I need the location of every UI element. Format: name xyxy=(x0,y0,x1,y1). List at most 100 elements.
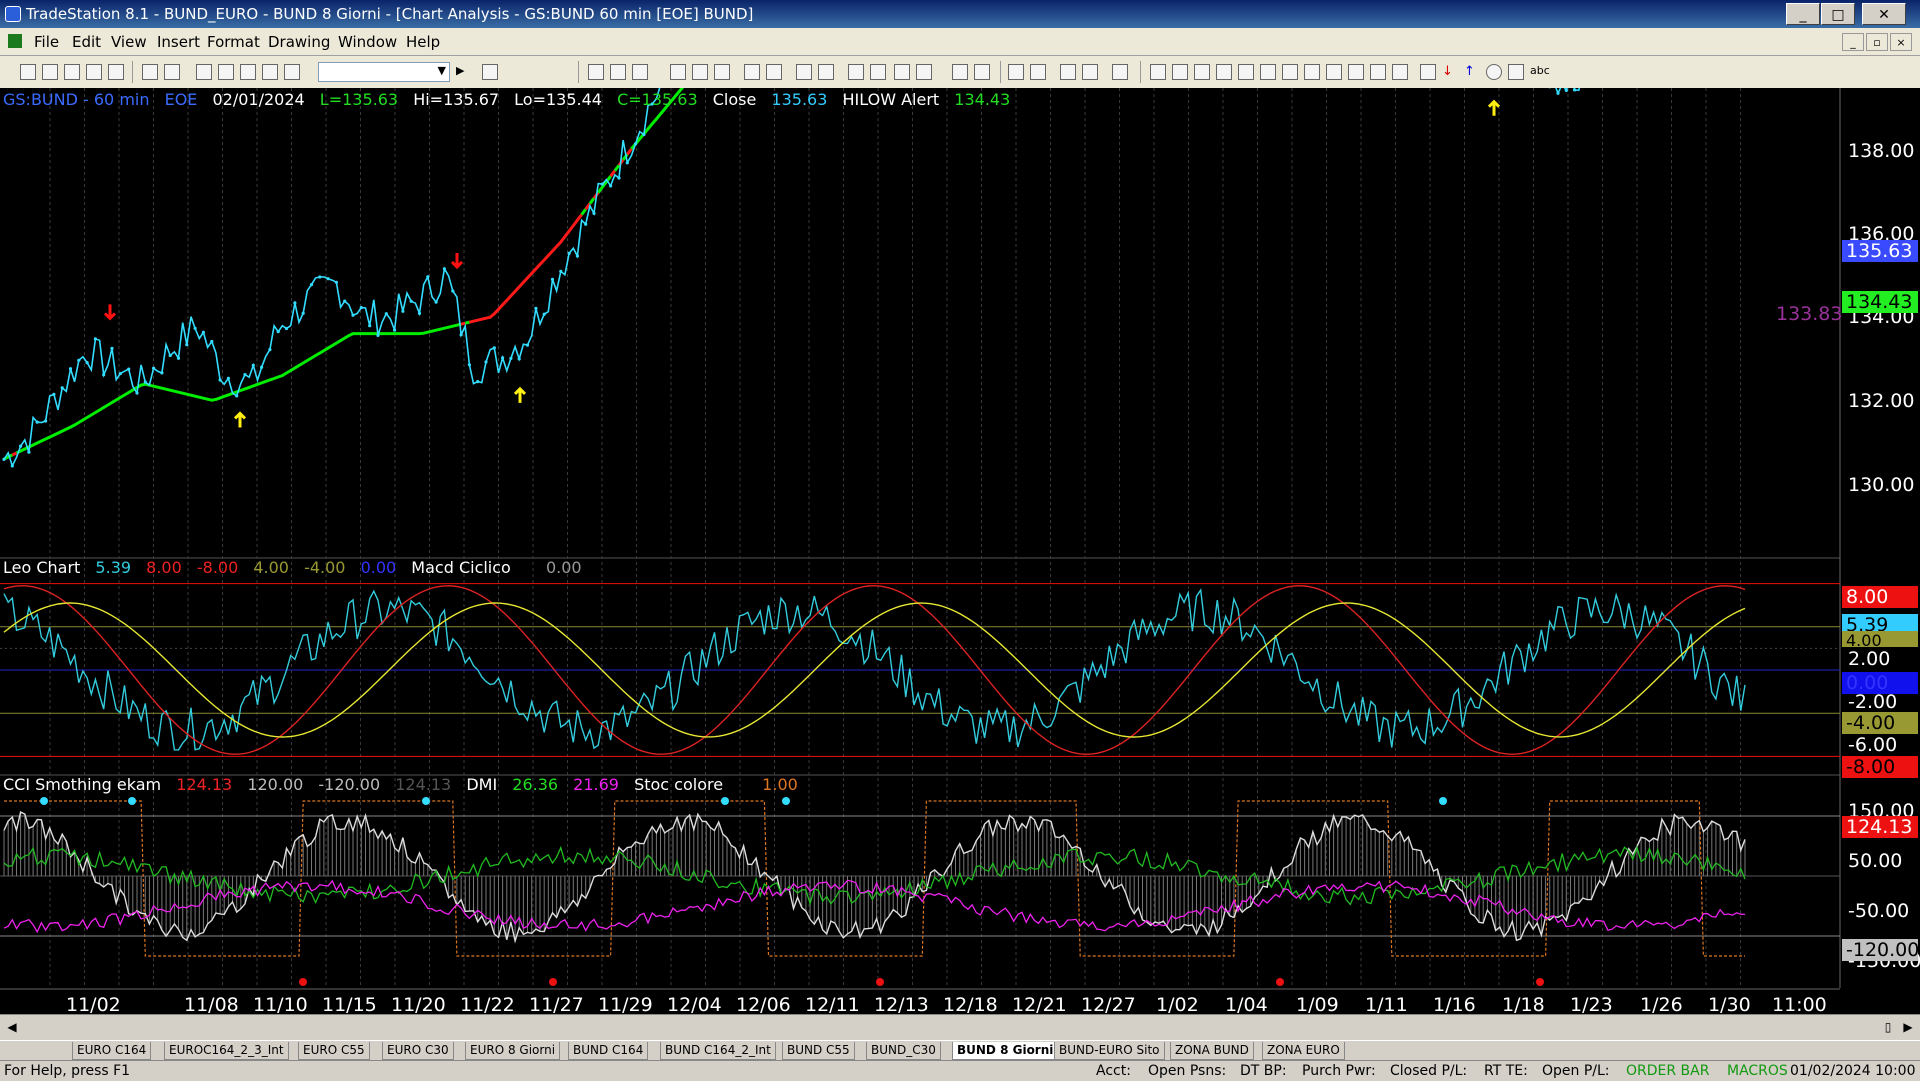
find-symbol-icon[interactable] xyxy=(482,64,498,80)
print-icon[interactable] xyxy=(164,64,180,80)
tools-icon[interactable] xyxy=(1060,64,1076,80)
minimize-button[interactable]: _ xyxy=(1786,3,1820,25)
world-icon[interactable] xyxy=(284,64,300,80)
last-label: L=135.63 xyxy=(320,90,398,109)
cycle-icon[interactable] xyxy=(1370,64,1386,80)
alert-price-tag: 134.43 xyxy=(1842,291,1918,313)
candle-chart-icon[interactable] xyxy=(632,64,648,80)
menu-help[interactable]: Help xyxy=(406,33,440,51)
arrows-horizontal-icon[interactable] xyxy=(1326,64,1342,80)
open-workspace-icon[interactable] xyxy=(86,64,102,80)
chart-area[interactable]: GS:BUND - 60 min EOE 02/01/2024 L=135.63… xyxy=(0,88,1920,1014)
rectangle-icon[interactable] xyxy=(1508,64,1524,80)
open-icon[interactable] xyxy=(42,64,58,80)
chart-style-icon[interactable] xyxy=(588,64,604,80)
speedline-icon[interactable] xyxy=(1238,64,1254,80)
channel-icon[interactable] xyxy=(1348,64,1364,80)
mdi-close-button[interactable]: × xyxy=(1890,33,1912,51)
scroll-left-icon[interactable]: ◀ xyxy=(4,1019,20,1035)
retracement-icon[interactable] xyxy=(1216,64,1232,80)
chevron-right-icon[interactable]: ▶ xyxy=(456,64,472,80)
tab-bund-c30[interactable]: BUND_C30 xyxy=(866,1042,941,1060)
horizontal-scrollbar[interactable]: ◀ ▯ ▶ xyxy=(0,1014,1920,1041)
new-icon[interactable] xyxy=(20,64,36,80)
cci-value-1: 124.13 xyxy=(176,775,232,794)
price-point xyxy=(293,301,296,304)
gann-fan-icon[interactable] xyxy=(1260,64,1276,80)
refresh-icon[interactable] xyxy=(196,64,212,80)
clipboard-icon[interactable] xyxy=(262,64,278,80)
save-icon[interactable] xyxy=(142,64,158,80)
data-window-icon[interactable] xyxy=(796,64,812,80)
expand-icon[interactable] xyxy=(870,64,886,80)
hide-icon[interactable] xyxy=(1112,64,1128,80)
scroll-right-icon[interactable] xyxy=(916,64,932,80)
chart-window-icon[interactable] xyxy=(8,34,22,48)
tab-euro-c164[interactable]: EURO C164 xyxy=(72,1042,151,1060)
tab-zona-bund[interactable]: ZONA BUND xyxy=(1170,1042,1254,1060)
arrow-down-icon[interactable]: ↓ xyxy=(1442,64,1458,80)
close-button[interactable]: ✕ xyxy=(1862,3,1906,25)
strategy-icon[interactable] xyxy=(818,64,834,80)
indicator-icon[interactable] xyxy=(766,64,782,80)
scroll-thumb[interactable]: ▯ xyxy=(1880,1019,1896,1035)
new-workspace-icon[interactable] xyxy=(64,64,80,80)
chart-canvas[interactable] xyxy=(0,88,1920,1014)
menu-view[interactable]: View xyxy=(111,33,147,51)
tab-euro-c55[interactable]: EURO C55 xyxy=(298,1042,370,1060)
tab-zona-euro[interactable]: ZONA EURO xyxy=(1262,1042,1345,1060)
symbol-combo[interactable]: ▼ xyxy=(318,62,450,82)
tab-bund-c164[interactable]: BUND C164 xyxy=(568,1042,648,1060)
pointer-icon[interactable] xyxy=(1008,64,1024,80)
price-point xyxy=(1565,89,1568,92)
menu-insert[interactable]: Insert xyxy=(157,33,200,51)
menu-edit[interactable]: Edit xyxy=(72,33,101,51)
price-point xyxy=(484,360,487,363)
arc-icon[interactable] xyxy=(1420,64,1436,80)
lock-icon[interactable] xyxy=(240,64,256,80)
trendline-icon[interactable] xyxy=(1150,64,1166,80)
tab-bund-c164-2-int[interactable]: BUND C164_2_Int xyxy=(660,1042,776,1060)
tab-bund-euro-sito[interactable]: BUND-EURO Sito xyxy=(1054,1042,1165,1060)
line-chart-icon[interactable] xyxy=(670,64,686,80)
tab-bund-c55[interactable]: BUND C55 xyxy=(782,1042,855,1060)
mdi-minimize-button[interactable]: _ xyxy=(1842,33,1864,51)
compress-icon[interactable] xyxy=(848,64,864,80)
menu-drawing[interactable]: Drawing xyxy=(268,33,330,51)
scroll-right-icon[interactable]: ▶ xyxy=(1900,1019,1916,1035)
stoc-colore-line xyxy=(4,801,1745,956)
maximize-button[interactable]: □ xyxy=(1821,3,1855,25)
order-icon[interactable] xyxy=(1030,64,1046,80)
vertical-lines-icon[interactable] xyxy=(1172,64,1188,80)
tab-euroc164-2-3-int[interactable]: EUROC164_2_3_Int xyxy=(164,1042,289,1060)
zoom-out-icon[interactable] xyxy=(974,64,990,80)
fib-extension-icon[interactable] xyxy=(1282,64,1298,80)
tab-euro-c30[interactable]: EURO C30 xyxy=(382,1042,454,1060)
bar-chart-icon[interactable] xyxy=(610,64,626,80)
price-point xyxy=(584,223,587,226)
status-macros[interactable]: MACROS xyxy=(1727,1063,1788,1079)
andrews-pitchfork-icon[interactable] xyxy=(1304,64,1320,80)
cci-tag-m120: -120.00 xyxy=(1842,939,1918,961)
point-figure-icon[interactable] xyxy=(692,64,708,80)
pen-icon[interactable] xyxy=(1392,64,1408,80)
close-workspace-icon[interactable] xyxy=(108,64,124,80)
menu-window[interactable]: Window xyxy=(338,33,397,51)
arrow-up-icon[interactable]: ↑ xyxy=(1464,64,1480,80)
ellipse-icon[interactable] xyxy=(1486,64,1502,80)
tab-euro-8-giorni[interactable]: EURO 8 Giorni xyxy=(465,1042,560,1060)
tab-bund-8-giorni[interactable]: BUND 8 Giorni xyxy=(952,1042,1058,1060)
status-order-bar[interactable]: ORDER BAR xyxy=(1626,1063,1709,1079)
radar-icon[interactable] xyxy=(714,64,730,80)
menu-format[interactable]: Format xyxy=(207,33,260,51)
mdi-restore-button[interactable]: ▫ xyxy=(1866,33,1888,51)
horizontal-lines-icon[interactable] xyxy=(1194,64,1210,80)
menu-file[interactable]: File xyxy=(34,33,59,51)
refresh-all-icon[interactable] xyxy=(218,64,234,80)
text-icon[interactable]: abc xyxy=(1530,64,1554,80)
format-icon[interactable] xyxy=(744,64,760,80)
price-point xyxy=(268,348,271,351)
scroll-left-icon[interactable] xyxy=(894,64,910,80)
trade-bar-icon[interactable] xyxy=(1082,64,1098,80)
zoom-in-icon[interactable] xyxy=(952,64,968,80)
